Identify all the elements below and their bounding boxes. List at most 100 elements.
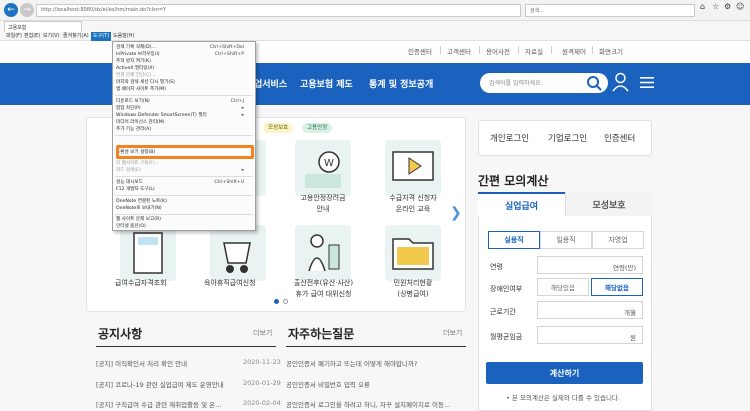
dd-onenote-linked[interactable]: OneNote 연결된 노트(K) [116, 198, 250, 205]
age-label: 연령 [490, 263, 503, 271]
url-input[interactable]: http://localhost:8080/dx/el/es/hm/main.d… [36, 4, 521, 17]
wage-label: 월평균임금 [490, 333, 523, 341]
age-input[interactable]: 연령(만) [537, 256, 643, 274]
menu-file[interactable]: 파일(F) [4, 32, 24, 41]
video-icon[interactable] [385, 140, 441, 196]
util-link-zoom[interactable]: 화면크기 [599, 46, 623, 56]
menu-edit[interactable]: 편집(E) [22, 32, 42, 41]
segment-regular[interactable]: 실용직 [488, 231, 540, 249]
disability-no[interactable]: 해당없음 [591, 278, 643, 296]
calc-title: 간편 모의계산 [478, 174, 549, 188]
tag-maternity[interactable]: 모성보호 [263, 123, 294, 133]
notice-item[interactable]: [공지] 코로나-19 관련 실업급여 제도 운영안내 [96, 379, 238, 389]
browser-search-input[interactable]: 검색... [525, 4, 695, 17]
tab-unemployment[interactable]: 실업급여 [478, 192, 565, 216]
dd-downloads[interactable]: 다운로드 보기(N) Ctrl+J [116, 98, 250, 105]
dd-clear-history[interactable]: 검색 기록 삭제(D)... Ctrl+Shift+Del [116, 44, 250, 51]
smiley-icon[interactable]: ☺ [736, 2, 744, 11]
back-arrow-icon: ← [7, 5, 15, 15]
calculator-icon[interactable] [120, 225, 176, 281]
faq-item[interactable]: 공인인증서 폐기하고 또는데 어떻게 해야합니까? [286, 358, 466, 368]
gnb-system[interactable]: 고용보험 제도 [300, 77, 353, 90]
tag-employment[interactable]: 고용안정 [302, 123, 333, 133]
dd-smartscreen[interactable]: Windows Defender SmartScreen(T) 필터 ▸ [116, 112, 250, 119]
menu-tools[interactable]: 도구(T) [91, 32, 112, 41]
dd-report[interactable]: 웹 사이트 문제 보고(R) [116, 216, 250, 223]
notice-title: 공지사항 [98, 327, 143, 341]
calculate-button[interactable]: 계산하기 [486, 362, 643, 384]
star-icon[interactable]: ☆ [712, 2, 719, 11]
tenure-input[interactable]: 개월 [537, 301, 643, 319]
search-icon[interactable] [586, 75, 603, 91]
dd-popup[interactable]: 팝업 차단(P) ▸ [116, 105, 250, 112]
personal-login-link[interactable]: 개인로그인 [490, 132, 529, 144]
dd-subscribe[interactable]: 이 웹사이트 구독(F)... [116, 160, 250, 167]
service-label-6[interactable]: 출산전후(유산·사산) 휴가 급여 대위신청 [286, 278, 361, 300]
carousel-dot-active[interactable] [274, 299, 279, 304]
cert-center-link[interactable]: 인증센터 [604, 132, 635, 144]
service-label-2[interactable]: 고용안정장려금 안내 [288, 193, 358, 215]
next-arrow-icon[interactable]: ❯ [450, 205, 462, 221]
disability-yes[interactable]: 해당있음 [537, 278, 589, 296]
faq-item[interactable]: 공인인증서 로그인을 하려고 하니, 자꾸 설치페이지로 이동... [286, 399, 466, 409]
dd-add-app[interactable]: 앱 페이지 사이트 추가(M) [116, 86, 250, 93]
business-login-link[interactable]: 기업로그인 [548, 132, 587, 144]
tab-maternity[interactable]: 모성보호 [565, 192, 652, 216]
maternity-icon[interactable] [295, 225, 351, 281]
gnb-services[interactable]: 업서비스 [254, 77, 287, 90]
faq-item[interactable]: 공인인증서 비밀번호 입력 오류 [286, 379, 466, 389]
calc-note: • 본 모의계산은 실제와 다를 수 있습니다. [506, 394, 620, 402]
faq-divider [286, 346, 466, 347]
util-link-remote[interactable]: 원격제어 [562, 46, 586, 56]
folder-icon[interactable] [385, 225, 441, 281]
gear-icon[interactable]: ⚙ [724, 2, 731, 11]
hamburger-icon[interactable] [640, 77, 654, 88]
util-link-cert[interactable]: 인증센터 [408, 46, 432, 56]
coin-icon[interactable]: W [295, 140, 351, 196]
dd-addons[interactable]: 추가 기능 관리(A) [116, 126, 250, 133]
tenure-label: 근로기간 [490, 308, 516, 316]
carousel-dot[interactable] [283, 299, 288, 304]
service-label-3[interactable]: 수급자격 신청자 온라인 교육 [378, 193, 448, 215]
home-icon[interactable]: ⌂ [700, 2, 705, 11]
notice-item[interactable]: [공지] 이직확인서 처리 확인 안내 [96, 358, 236, 368]
service-label-5[interactable]: 육아휴직급여신청 [204, 278, 256, 289]
user-icon[interactable] [612, 72, 629, 92]
wage-input[interactable]: 원 [537, 326, 643, 344]
segment-self-employed[interactable]: 자영업 [592, 231, 644, 249]
util-link-library[interactable]: 자료실 [525, 46, 543, 56]
dd-perf-dashboard[interactable]: 성능 대시보드 Ctrl+Shift+U [116, 179, 250, 186]
faq-title: 자주하는질문 [288, 327, 355, 341]
dd-internet-options[interactable]: 인터넷 옵션(O) [116, 223, 250, 230]
menu-help[interactable]: 도움말(H) [111, 32, 136, 41]
dd-devtools[interactable]: F12 개발자 도구(L) [116, 186, 250, 193]
segment-daily[interactable]: 일용직 [540, 231, 592, 249]
dd-diagnose[interactable]: 연결 문제 진단(C)... [116, 72, 250, 79]
service-label-7[interactable]: 민원처리현황 (상병급여) [378, 278, 448, 300]
service-label-4[interactable]: 급여수급자격조회 [115, 278, 167, 289]
dd-inprivate[interactable]: InPrivate 브라우징(I) Ctrl+Shift+P [116, 51, 250, 58]
notice-more-link[interactable]: 더보기 [253, 328, 272, 338]
back-button[interactable]: ← [4, 3, 18, 17]
dd-tracking[interactable]: 추적 방지 켜기(K) [116, 58, 250, 65]
dd-activex[interactable]: ActiveX 필터링(X) [116, 65, 250, 72]
notice-date: 2020-11-23 [243, 358, 281, 366]
gnb-stats[interactable]: 통계 및 정보공개 [369, 77, 433, 90]
menu-favorites[interactable]: 즐겨찾기(A) [61, 32, 91, 41]
dd-reopen[interactable]: 마지막 검색 세션 다시 열기(S) [116, 79, 250, 86]
browser-tab[interactable]: 고용보험 [4, 21, 82, 32]
faq-more-link[interactable]: 더보기 [443, 328, 462, 338]
dd-onenote-send[interactable]: OneNote로 보내기(N) [116, 205, 250, 212]
forward-button[interactable]: → [20, 3, 34, 17]
stroller-icon[interactable] [210, 225, 266, 281]
forward-arrow-icon: → [23, 5, 31, 15]
dd-feed[interactable]: 피드 검색(E) ▸ [116, 167, 250, 174]
notice-divider [96, 346, 276, 347]
dd-media-license[interactable]: 미디어 라이선스 관리(M) [116, 119, 250, 126]
menu-view[interactable]: 보기(V) [41, 32, 62, 41]
notice-item[interactable]: [공지] 구직급여 수급 관련 재취업활동 및 온... [96, 399, 238, 409]
tab-bar [0, 21, 750, 32]
util-link-support[interactable]: 고객센터 [447, 46, 471, 56]
util-link-glossary[interactable]: 용어사전 [486, 46, 510, 56]
notice-date: 2020-02-04 [243, 399, 281, 407]
